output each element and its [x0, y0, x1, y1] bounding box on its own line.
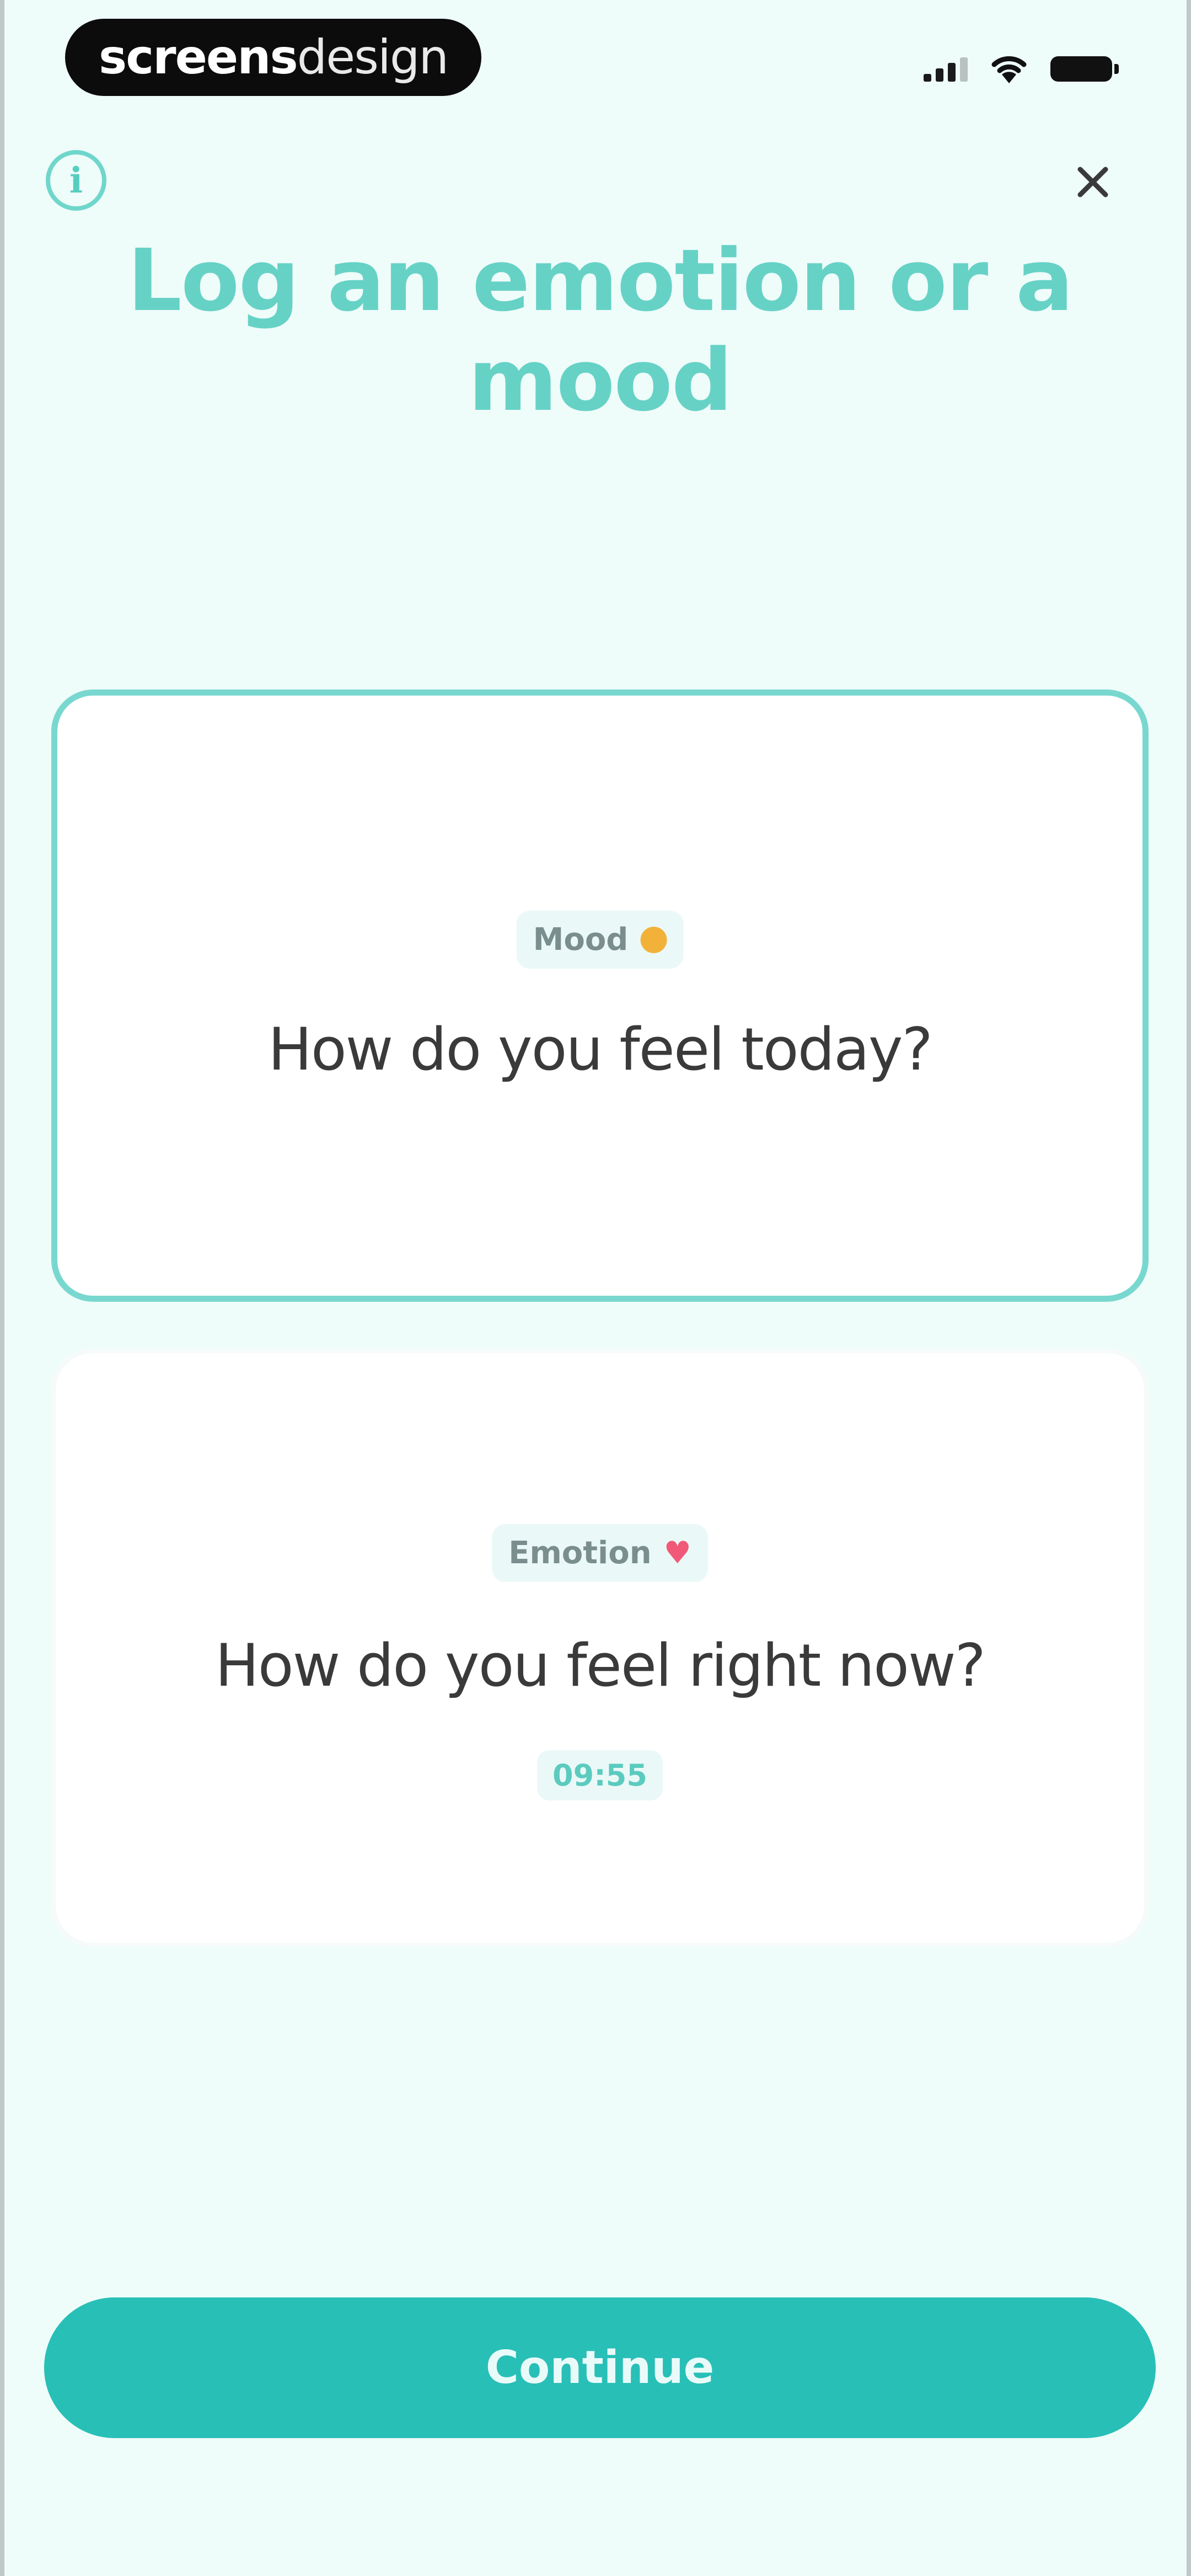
emotion-label: Emotion — [508, 1535, 652, 1571]
mood-chip: Mood — [516, 911, 684, 969]
mood-question: How do you feel today? — [268, 1016, 933, 1083]
heart-icon: ♥ — [663, 1535, 691, 1571]
page-title: Log an emotion or a mood — [127, 231, 1074, 430]
close-icon[interactable] — [1068, 157, 1118, 207]
wifi-icon — [991, 56, 1027, 83]
signal-icon — [924, 56, 968, 82]
emotion-time-badge: 09:55 — [537, 1750, 663, 1800]
emotion-question: How do you feel right now? — [215, 1632, 986, 1699]
info-icon[interactable]: i — [46, 150, 106, 211]
brand-light-text: design — [297, 30, 449, 85]
emotion-card[interactable]: Emotion ♥ How do you feel right now? 09:… — [51, 1349, 1149, 1947]
sun-icon — [640, 926, 667, 953]
emotion-chip: Emotion ♥ — [492, 1524, 708, 1582]
brand-badge: screens design — [65, 19, 481, 96]
mood-label: Mood — [533, 922, 629, 958]
battery-icon — [1050, 56, 1119, 82]
continue-button[interactable]: Continue — [44, 2297, 1156, 2438]
status-icons — [924, 50, 1119, 88]
brand-bold-text: screens — [99, 30, 298, 85]
app-screen: screens design i Log an emotion or a mood… — [0, 0, 1191, 2576]
mood-card[interactable]: Mood How do you feel today? — [51, 690, 1149, 1302]
